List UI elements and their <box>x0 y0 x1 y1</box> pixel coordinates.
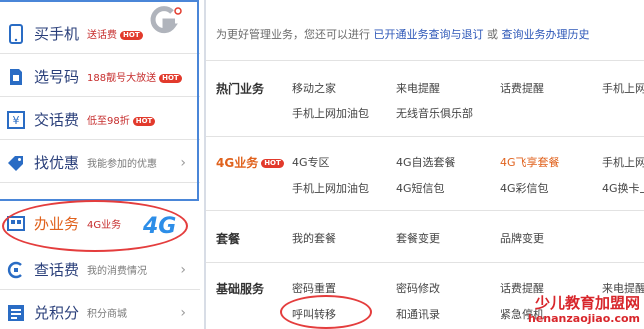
watermark: 少儿教育加盟网 henanzaojiao.com <box>528 295 640 327</box>
notice-separator: 或 <box>487 28 498 41</box>
watermark-url: henanzaojiao.com <box>528 312 640 325</box>
sidebar-item-label: 兑积分 <box>34 304 80 322</box>
service-link[interactable]: 手机上网 <box>602 80 644 96</box>
sidebar-item-promo: 188靓号大放送 HOT <box>87 69 182 84</box>
subscribed-services-link[interactable]: 已开通业务查询与退订 <box>374 28 484 41</box>
service-link[interactable]: 移动之家 <box>292 80 336 96</box>
divider <box>206 210 644 211</box>
sidebar-item-find-offers[interactable]: 找优惠 我能参加的优惠 › <box>0 143 200 183</box>
service-link[interactable]: 密码修改 <box>396 280 440 296</box>
sidebar-item-label: 买手机 <box>34 25 80 43</box>
service-link[interactable]: 品牌变更 <box>500 230 544 246</box>
phone-icon <box>6 23 26 44</box>
sidebar-item-label: 交话费 <box>34 111 80 129</box>
call-forwarding-link[interactable]: 呼叫转移 <box>292 306 336 322</box>
divider <box>206 262 644 263</box>
bill-query-icon <box>6 260 26 280</box>
tag-icon <box>6 153 26 173</box>
sidebar-item-label: 选号码 <box>34 68 80 86</box>
watermark-title: 少儿教育加盟网 <box>534 294 640 312</box>
service-link[interactable]: 无线音乐俱乐部 <box>396 105 473 121</box>
payment-icon: ¥ <box>6 110 26 130</box>
chevron-right-icon: › <box>180 154 186 171</box>
hot-badge: HOT <box>159 73 182 83</box>
sim-card-icon <box>6 67 26 87</box>
service-link[interactable]: 和通讯录 <box>396 306 440 322</box>
service-link[interactable]: 手机上网 <box>602 154 644 170</box>
service-link[interactable]: 我的套餐 <box>292 230 336 246</box>
sidebar-menu: 买手机 送话费 HOT 选号码 188靓号大放送 HOT ¥ 交话费 低至98折 HO… <box>0 0 200 329</box>
category-4g-services: 4G业务 HOT <box>216 154 284 171</box>
chevron-right-icon: › <box>180 304 186 321</box>
category-basic-services: 基础服务 <box>216 282 265 296</box>
notice-text: 为更好管理业务，您还可以进行 已开通业务查询与退订 或 查询业务办理历史 <box>216 26 590 42</box>
service-link[interactable]: 套餐变更 <box>396 230 440 246</box>
service-history-link[interactable]: 查询业务办理历史 <box>502 28 590 41</box>
sidebar-item-redeem-points[interactable]: 兑积分 积分商城 › <box>0 293 200 329</box>
sidebar-item-promo: 4G业务 <box>87 219 122 231</box>
service-link[interactable]: 4G专区 <box>292 154 330 170</box>
4g-logo: 4G <box>143 214 177 239</box>
sidebar-item-label: 找优惠 <box>34 154 80 172</box>
notice-prefix: 为更好管理业务，您还可以进行 <box>216 28 370 41</box>
sidebar-item-label: 查话费 <box>34 261 80 279</box>
sidebar-item-desc: 我能参加的优惠 <box>87 159 158 170</box>
sidebar-item-label: 办业务 <box>34 214 80 233</box>
service-link[interactable]: 手机上网加油包 <box>292 180 369 196</box>
service-icon <box>6 213 26 233</box>
chevron-right-icon: › <box>180 261 186 278</box>
sidebar-item-promo: 低至98折 HOT <box>87 112 156 127</box>
divider <box>206 136 644 137</box>
hot-badge: HOT <box>261 159 284 168</box>
svg-text:¥: ¥ <box>13 114 20 127</box>
sidebar-item-promo: 送话费 HOT <box>87 26 143 41</box>
category-hot-services: 热门业务 <box>216 82 265 96</box>
service-link[interactable]: 4G短信包 <box>396 180 445 196</box>
sidebar-item-check-bill[interactable]: 查话费 我的消费情况 › <box>0 250 200 290</box>
service-link[interactable]: 4G自选套餐 <box>396 154 456 170</box>
category-packages: 套餐 <box>216 232 241 246</box>
sidebar-item-desc: 我的消费情况 <box>87 266 148 277</box>
service-link[interactable]: 来电提醒 <box>396 80 440 96</box>
sidebar-item-choose-number[interactable]: 选号码 188靓号大放送 HOT <box>0 57 200 97</box>
service-link[interactable]: 4G换卡上 <box>602 180 644 196</box>
divider <box>206 60 644 61</box>
service-link[interactable]: 密码重置 <box>292 280 336 296</box>
services-panel: 为更好管理业务，您还可以进行 已开通业务查询与退订 或 查询业务办理历史 热门业… <box>204 0 644 329</box>
sidebar-item-desc: 积分商城 <box>87 309 128 320</box>
g3-logo-icon <box>148 6 182 36</box>
service-link[interactable]: 话费提醒 <box>500 80 544 96</box>
hot-badge: HOT <box>120 30 143 40</box>
service-link[interactable]: 手机上网加油包 <box>292 105 369 121</box>
service-link[interactable]: 4G彩信包 <box>500 180 549 196</box>
points-icon <box>6 303 26 323</box>
service-link[interactable]: 4G飞享套餐 <box>500 154 560 170</box>
sidebar-item-pay-bill[interactable]: ¥ 交话费 低至98折 HOT <box>0 100 200 140</box>
hot-badge: HOT <box>132 116 156 126</box>
